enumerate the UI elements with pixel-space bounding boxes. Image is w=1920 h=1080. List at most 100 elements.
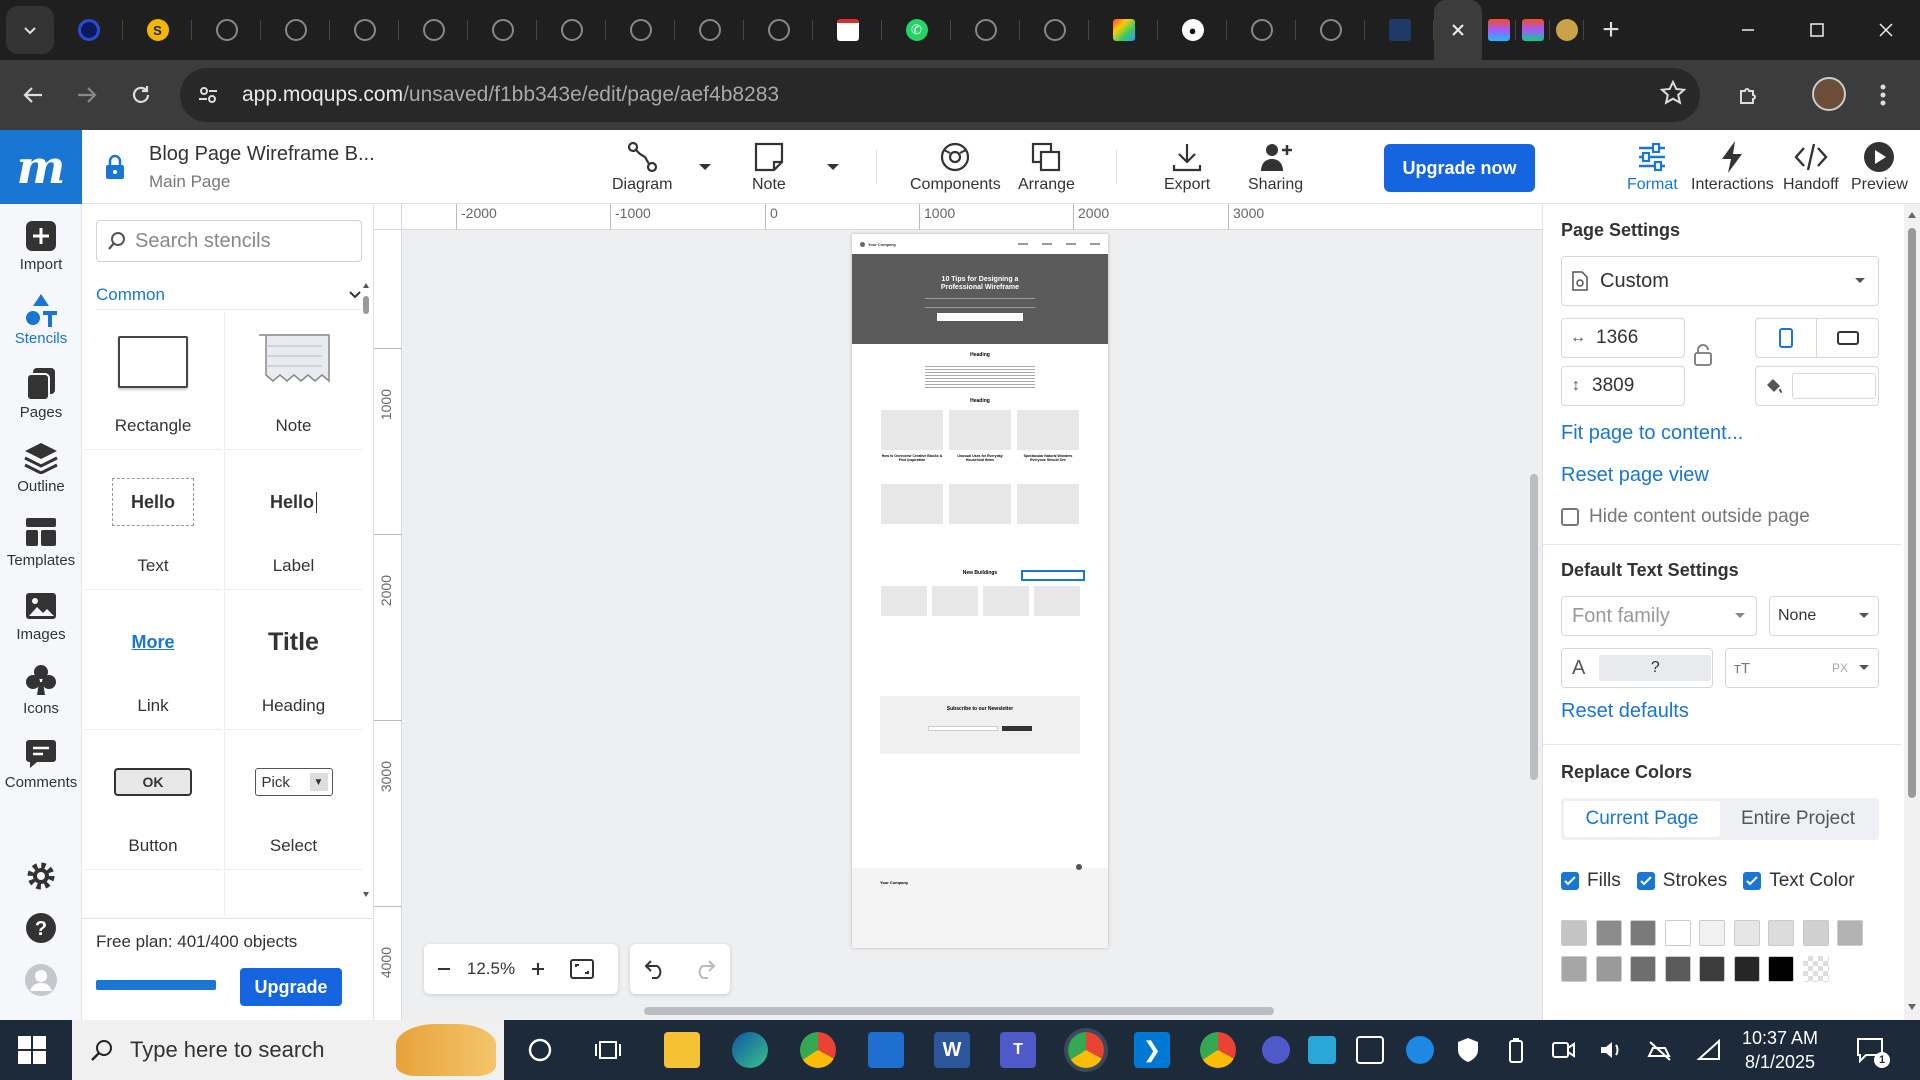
fit-screen-button[interactable] — [558, 959, 606, 979]
stencil-label[interactable]: Hello Label — [224, 452, 362, 590]
taskbar-search[interactable] — [72, 1020, 504, 1080]
chrome-profile-icon[interactable] — [1200, 1032, 1236, 1068]
vpn-icon[interactable] — [1406, 1036, 1434, 1064]
editor-canvas[interactable]: -2000 -1000 0 1000 2000 3000 1000 2000 3… — [374, 204, 1542, 1020]
profile-avatar[interactable] — [1812, 77, 1846, 111]
system-clock[interactable]: 10:37 AM 8/1/2025 — [1742, 1026, 1818, 1074]
handoff-tab[interactable]: Handoff — [1783, 138, 1839, 194]
stencil-select[interactable]: Pick ▼ Select — [224, 732, 362, 870]
color-swatch[interactable] — [1699, 956, 1725, 982]
browser-tab[interactable] — [951, 0, 1020, 60]
color-swatch[interactable] — [1630, 920, 1656, 946]
tab-entire-project[interactable]: Entire Project — [1720, 801, 1876, 837]
stencil-text[interactable]: Hello Text — [84, 452, 222, 590]
browser-tab[interactable] — [537, 0, 606, 60]
stencil-link[interactable]: More Link — [84, 592, 222, 730]
windows-start-icon[interactable] — [18, 1036, 46, 1064]
sidebar-item-import[interactable]: Import — [0, 216, 82, 273]
bookmark-star-icon[interactable] — [1660, 80, 1686, 106]
battery-icon[interactable] — [1502, 1036, 1530, 1064]
upgrade-button[interactable]: Upgrade — [240, 968, 342, 1006]
maximize-button[interactable] — [1782, 0, 1851, 60]
undo-button[interactable] — [644, 959, 666, 979]
stencil-button[interactable]: OK Button — [84, 732, 222, 870]
minimize-button[interactable] — [1713, 0, 1782, 60]
battery-saver-icon[interactable] — [1356, 1036, 1384, 1064]
forward-button[interactable] — [60, 68, 114, 122]
browser-tab[interactable] — [1020, 0, 1089, 60]
tab-current-page[interactable]: Current Page — [1564, 801, 1720, 837]
new-tab-button[interactable]: + — [1588, 7, 1634, 53]
browser-tab[interactable] — [675, 0, 744, 60]
sharing-tool[interactable]: Sharing — [1248, 138, 1303, 194]
vertical-scrollbar[interactable] — [1530, 474, 1538, 780]
browser-tab[interactable] — [1296, 0, 1365, 60]
browser-tab[interactable] — [744, 0, 813, 60]
reset-view-link[interactable]: Reset page view — [1561, 464, 1709, 487]
color-swatch[interactable] — [1837, 920, 1863, 946]
user-avatar[interactable] — [0, 960, 82, 1000]
network-offline-icon[interactable] — [1646, 1036, 1674, 1064]
color-swatch[interactable] — [1733, 956, 1760, 982]
browser-menu-button[interactable] — [1856, 68, 1910, 122]
wifi-icon[interactable] — [1694, 1036, 1722, 1064]
browser-tab[interactable] — [468, 0, 537, 60]
sidebar-item-images[interactable]: Images — [0, 586, 82, 643]
sidebar-item-outline[interactable]: Outline — [0, 438, 82, 495]
sidebar-item-icons[interactable]: Icons — [0, 660, 82, 717]
stencil-heading[interactable]: Title Heading — [224, 592, 362, 730]
zoom-level[interactable]: 12.5% — [464, 959, 518, 979]
text-color-checkbox[interactable]: Text Color — [1743, 870, 1855, 892]
chrome-active-icon[interactable] — [1068, 1032, 1104, 1068]
taskbar-search-input[interactable] — [130, 1037, 380, 1063]
page-fill-color[interactable] — [1755, 366, 1879, 406]
browser-tab[interactable] — [1482, 0, 1516, 60]
document-title[interactable]: Blog Page Wireframe B... — [149, 143, 375, 166]
landscape-button[interactable] — [1817, 319, 1878, 357]
browser-tab-active[interactable] — [1434, 0, 1482, 60]
redo-button[interactable] — [694, 959, 716, 979]
note-tool[interactable]: Note — [752, 138, 786, 194]
browser-tab[interactable] — [399, 0, 468, 60]
aspect-lock-icon[interactable] — [1693, 344, 1713, 366]
components-tool[interactable]: Components — [910, 138, 1001, 194]
task-view-button[interactable] — [590, 1032, 626, 1068]
extensions-button[interactable] — [1722, 68, 1776, 122]
note-dropdown-icon[interactable] — [826, 162, 840, 172]
browser-tab[interactable] — [1089, 0, 1158, 60]
stencil-group-header[interactable]: Common — [96, 280, 362, 310]
edge-icon[interactable] — [732, 1032, 768, 1068]
upgrade-now-button[interactable]: Upgrade now — [1384, 144, 1535, 192]
sidebar-item-comments[interactable]: Comments — [0, 734, 82, 791]
browser-tab[interactable] — [54, 0, 123, 60]
back-button[interactable] — [6, 68, 60, 122]
color-swatch[interactable] — [1664, 956, 1691, 982]
color-swatch[interactable] — [1561, 956, 1587, 982]
hide-outside-checkbox[interactable]: Hide content outside page — [1561, 506, 1810, 528]
tab-search-button[interactable] — [6, 6, 54, 54]
sidebar-item-pages[interactable]: Pages — [0, 364, 82, 421]
browser-tab[interactable]: ✆ — [882, 0, 951, 60]
teams-tray-icon[interactable] — [1262, 1036, 1290, 1064]
page-width-field[interactable]: ↔ 1366 — [1561, 318, 1685, 358]
portrait-button[interactable] — [1756, 319, 1818, 357]
font-size-field[interactable]: ᴛT PX — [1725, 648, 1879, 688]
browser-tab[interactable] — [1227, 0, 1296, 60]
volume-icon[interactable] — [1598, 1036, 1626, 1064]
color-swatch[interactable] — [1768, 920, 1794, 946]
fit-page-link[interactable]: Fit page to content... — [1561, 422, 1743, 445]
page-size-select[interactable]: Custom — [1561, 256, 1879, 306]
help-button[interactable]: ? — [0, 908, 82, 948]
reset-defaults-link[interactable]: Reset defaults — [1561, 700, 1689, 723]
browser-tab[interactable] — [1550, 0, 1584, 60]
notification-center-button[interactable]: 1 — [1852, 1032, 1890, 1068]
task-view-cortana[interactable] — [522, 1032, 558, 1068]
interactions-tab[interactable]: Interactions — [1691, 138, 1774, 194]
color-swatch[interactable] — [1802, 920, 1829, 946]
format-tab[interactable]: Format — [1627, 138, 1678, 194]
browser-tab[interactable] — [330, 0, 399, 60]
color-swatch[interactable] — [1664, 920, 1691, 946]
strokes-checkbox[interactable]: Strokes — [1636, 870, 1727, 892]
zoom-in-button[interactable] — [518, 961, 558, 977]
color-swatch[interactable] — [1595, 920, 1622, 946]
